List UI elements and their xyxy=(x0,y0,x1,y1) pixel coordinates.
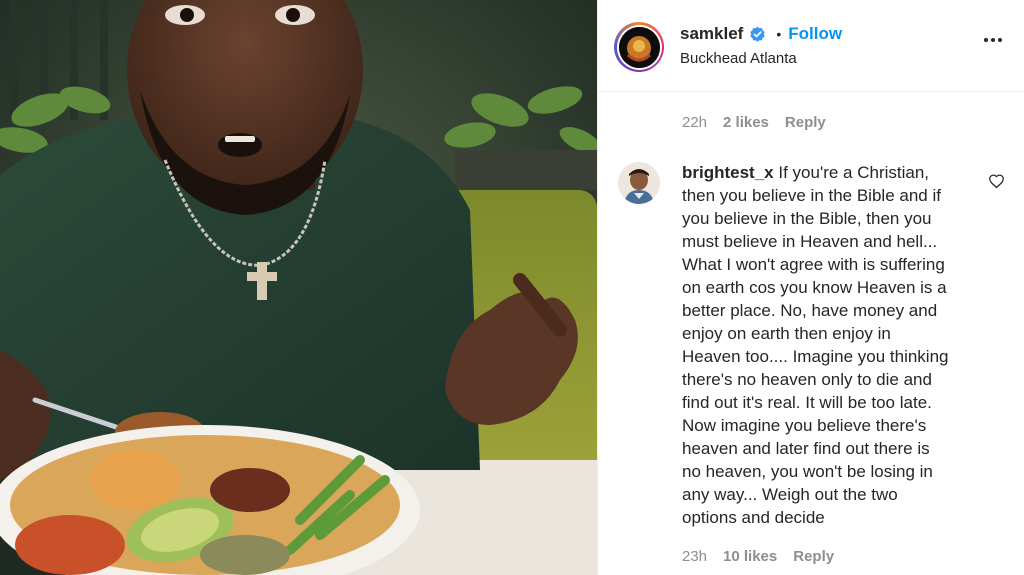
post-location[interactable]: Buckhead Atlanta xyxy=(680,50,797,67)
comment-time[interactable]: 22h xyxy=(682,114,707,131)
separator-dot: • xyxy=(776,26,782,42)
post-photo[interactable] xyxy=(0,0,597,575)
comment-likes[interactable]: 2 likes xyxy=(723,114,769,131)
follow-button[interactable]: Follow xyxy=(788,24,842,44)
author-row: samklef • Follow xyxy=(680,23,842,45)
commenter-avatar[interactable] xyxy=(618,162,660,204)
commenter-username[interactable]: brightest_x xyxy=(682,163,774,182)
author-username[interactable]: samklef xyxy=(680,24,743,44)
comment-text: If you're a Christian, then you believe … xyxy=(682,163,949,527)
reply-button[interactable]: Reply xyxy=(793,548,834,565)
comment-meta: 23h 10 likes Reply xyxy=(682,548,834,565)
comment-body: brightest_x If you're a Christian, then … xyxy=(682,161,982,529)
more-options-icon[interactable] xyxy=(984,38,1002,42)
comment-time[interactable]: 23h xyxy=(682,548,707,565)
heart-outline-icon[interactable] xyxy=(988,173,1005,190)
author-avatar[interactable] xyxy=(614,22,664,72)
verified-badge-icon xyxy=(750,26,765,42)
comment-likes[interactable]: 10 likes xyxy=(723,548,777,565)
post-photo-illustration xyxy=(0,0,597,575)
commenter-avatar-image xyxy=(618,162,660,204)
post-side-panel: samklef • Follow Buckhead Atlanta 22h 2 … xyxy=(597,0,1024,575)
post-header: samklef • Follow Buckhead Atlanta xyxy=(598,0,1024,92)
author-avatar-image xyxy=(618,26,660,68)
previous-comment-meta: 22h 2 likes Reply xyxy=(682,114,826,131)
reply-button[interactable]: Reply xyxy=(785,114,826,131)
